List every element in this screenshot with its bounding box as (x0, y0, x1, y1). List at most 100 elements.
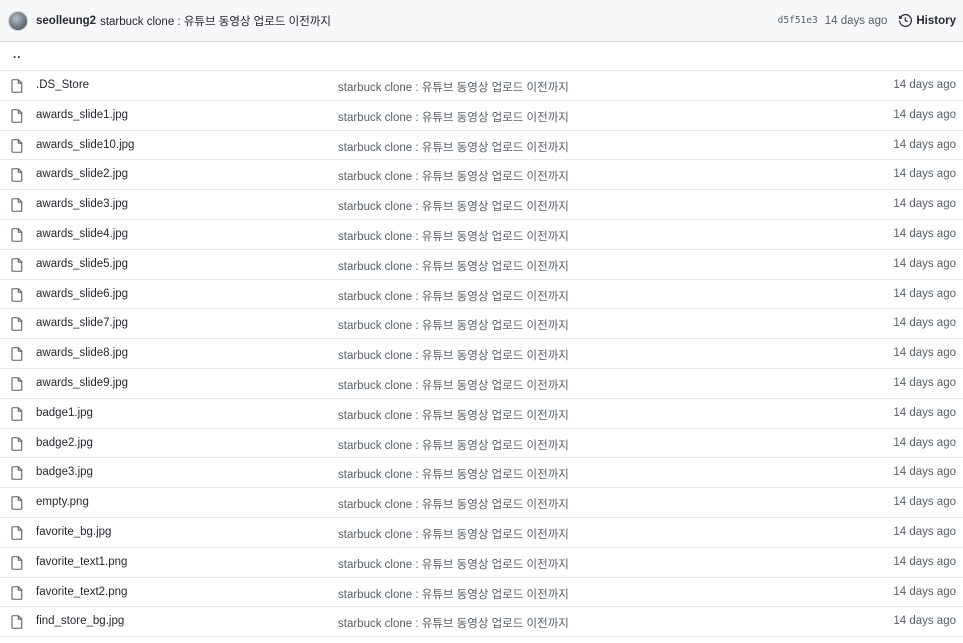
file-row[interactable]: awards_slide9.jpg starbuck clone : 유튜브 동… (0, 369, 963, 399)
file-icon (11, 585, 23, 600)
parent-directory-row[interactable]: .. (0, 42, 963, 71)
file-commit-age: 14 days ago (893, 466, 956, 479)
file-commit-age: 14 days ago (893, 79, 956, 91)
file-icon (11, 466, 23, 481)
file-commit-age: 14 days ago (893, 615, 956, 628)
file-icon (11, 526, 23, 540)
file-icon (11, 287, 23, 302)
history-button[interactable]: History (899, 14, 956, 27)
file-commit-message-link[interactable]: starbuck clone : 유튜브 동영상 업로드 이전까지 (338, 556, 569, 572)
commit-sha-link[interactable]: d5f51e3 (778, 15, 818, 26)
file-row[interactable]: awards_slide8.jpg starbuck clone : 유튜브 동… (0, 339, 963, 369)
file-row[interactable]: awards_slide1.jpg starbuck clone : 유튜브 동… (0, 101, 963, 131)
file-row[interactable]: awards_slide5.jpg starbuck clone : 유튜브 동… (0, 250, 963, 280)
file-row[interactable]: awards_slide2.jpg starbuck clone : 유튜브 동… (0, 160, 963, 191)
file-name-link[interactable]: find_store_bg.jpg (36, 615, 124, 627)
file-icon (11, 317, 23, 332)
file-name-link[interactable]: awards_slide10.jpg (36, 139, 134, 151)
file-commit-message-link[interactable]: starbuck clone : 유튜브 동영상 업로드 이전까지 (338, 407, 569, 423)
file-commit-message-link[interactable]: starbuck clone : 유튜브 동영상 업로드 이전까지 (338, 109, 569, 125)
file-commit-message-link[interactable]: starbuck clone : 유튜브 동영상 업로드 이전까지 (338, 586, 569, 602)
file-commit-age: 14 days ago (893, 257, 956, 270)
file-commit-message-link[interactable]: starbuck clone : 유튜브 동영상 업로드 이전까지 (338, 496, 569, 512)
file-name-link[interactable]: awards_slide9.jpg (36, 377, 128, 389)
file-commit-age: 14 days ago (893, 406, 956, 419)
file-name-link[interactable]: awards_slide7.jpg (36, 317, 128, 329)
file-commit-age: 14 days ago (893, 525, 956, 538)
file-name-link[interactable]: badge3.jpg (36, 466, 93, 478)
file-icon (11, 108, 23, 123)
file-icon (11, 406, 23, 421)
file-row[interactable]: find_store_bg.jpg starbuck clone : 유튜브 동… (0, 607, 963, 638)
file-commit-age: 14 days ago (893, 198, 956, 211)
commit-author-link[interactable]: seolleung2 (36, 15, 96, 27)
file-commit-message-link[interactable]: starbuck clone : 유튜브 동영상 업로드 이전까지 (338, 288, 569, 304)
file-commit-message-link[interactable]: starbuck clone : 유튜브 동영상 업로드 이전까지 (338, 526, 569, 542)
file-icon (11, 555, 23, 570)
file-commit-age: 14 days ago (893, 436, 956, 449)
file-name-link[interactable]: awards_slide2.jpg (36, 168, 128, 180)
file-commit-message-link[interactable]: starbuck clone : 유튜브 동영상 업로드 이전까지 (338, 168, 569, 184)
latest-commit-bar: seolleung2 starbuck clone : 유튜브 동영상 업로드 … (0, 0, 963, 42)
file-commit-message-link[interactable]: starbuck clone : 유튜브 동영상 업로드 이전까지 (338, 258, 569, 274)
file-commit-age: 14 days ago (893, 168, 956, 181)
file-row[interactable]: awards_slide10.jpg starbuck clone : 유튜브 … (0, 131, 963, 161)
file-commit-message-link[interactable]: starbuck clone : 유튜브 동영상 업로드 이전까지 (338, 79, 569, 95)
file-row[interactable]: awards_slide4.jpg starbuck clone : 유튜브 동… (0, 220, 963, 250)
file-name-link[interactable]: favorite_bg.jpg (36, 526, 111, 538)
file-commit-age: 14 days ago (893, 287, 956, 300)
file-list: .. .DS_Store starbuck clone : 유튜브 동영상 업로… (0, 42, 963, 638)
file-commit-message-link[interactable]: starbuck clone : 유튜브 동영상 업로드 이전까지 (338, 377, 569, 393)
file-row[interactable]: empty.png starbuck clone : 유튜브 동영상 업로드 이… (0, 488, 963, 518)
file-name-link[interactable]: awards_slide1.jpg (36, 109, 128, 121)
file-name-link[interactable]: favorite_text2.png (36, 586, 127, 598)
file-row[interactable]: favorite_bg.jpg starbuck clone : 유튜브 동영상… (0, 518, 963, 548)
file-commit-age: 14 days ago (893, 138, 956, 151)
file-commit-message-link[interactable]: starbuck clone : 유튜브 동영상 업로드 이전까지 (338, 615, 569, 631)
file-row[interactable]: .DS_Store starbuck clone : 유튜브 동영상 업로드 이… (0, 71, 963, 101)
file-commit-age: 14 days ago (893, 585, 956, 598)
file-name-link[interactable]: awards_slide4.jpg (36, 228, 128, 240)
file-icon (11, 257, 23, 272)
avatar[interactable] (8, 10, 28, 31)
file-name-link[interactable]: empty.png (36, 496, 89, 508)
file-name-link[interactable]: .DS_Store (36, 79, 89, 91)
file-row[interactable]: favorite_text1.png starbuck clone : 유튜브 … (0, 548, 963, 578)
file-commit-message-link[interactable]: starbuck clone : 유튜브 동영상 업로드 이전까지 (338, 198, 569, 214)
file-commit-message-link[interactable]: starbuck clone : 유튜브 동영상 업로드 이전까지 (338, 317, 569, 333)
file-commit-age: 14 days ago (893, 317, 956, 330)
file-row[interactable]: badge3.jpg starbuck clone : 유튜브 동영상 업로드 … (0, 458, 963, 489)
file-row[interactable]: awards_slide6.jpg starbuck clone : 유튜브 동… (0, 280, 963, 310)
file-name-link[interactable]: badge1.jpg (36, 407, 93, 419)
file-icon (11, 168, 23, 183)
file-commit-message-link[interactable]: starbuck clone : 유튜브 동영상 업로드 이전까지 (338, 228, 569, 244)
file-row[interactable]: awards_slide3.jpg starbuck clone : 유튜브 동… (0, 190, 963, 220)
file-icon (11, 496, 23, 510)
file-commit-message-link[interactable]: starbuck clone : 유튜브 동영상 업로드 이전까지 (338, 466, 569, 482)
file-icon (11, 79, 23, 93)
file-commit-age: 14 days ago (893, 376, 956, 389)
file-row[interactable]: awards_slide7.jpg starbuck clone : 유튜브 동… (0, 309, 963, 340)
file-commit-age: 14 days ago (893, 347, 956, 360)
file-icon (11, 347, 23, 361)
history-label: History (916, 14, 956, 27)
file-name-link[interactable]: awards_slide6.jpg (36, 288, 128, 300)
file-name-link[interactable]: awards_slide3.jpg (36, 198, 128, 210)
file-row[interactable]: badge2.jpg starbuck clone : 유튜브 동영상 업로드 … (0, 429, 963, 459)
file-row[interactable]: favorite_text2.png starbuck clone : 유튜브 … (0, 578, 963, 608)
history-icon (899, 14, 913, 27)
file-icon (11, 615, 23, 630)
file-icon (11, 228, 23, 242)
file-name-link[interactable]: awards_slide5.jpg (36, 258, 128, 270)
file-row[interactable]: badge1.jpg starbuck clone : 유튜브 동영상 업로드 … (0, 399, 963, 429)
commit-message-link[interactable]: starbuck clone : 유튜브 동영상 업로드 이전까지 (100, 13, 331, 29)
file-commit-message-link[interactable]: starbuck clone : 유튜브 동영상 업로드 이전까지 (338, 347, 569, 363)
parent-directory-link[interactable]: .. (13, 49, 21, 61)
file-commit-age: 14 days ago (893, 496, 956, 509)
commit-age: 14 days ago (824, 14, 888, 27)
file-name-link[interactable]: awards_slide8.jpg (36, 347, 128, 359)
file-commit-message-link[interactable]: starbuck clone : 유튜브 동영상 업로드 이전까지 (338, 437, 569, 453)
file-name-link[interactable]: badge2.jpg (36, 437, 93, 449)
file-commit-message-link[interactable]: starbuck clone : 유튜브 동영상 업로드 이전까지 (338, 139, 569, 155)
file-name-link[interactable]: favorite_text1.png (36, 556, 127, 568)
